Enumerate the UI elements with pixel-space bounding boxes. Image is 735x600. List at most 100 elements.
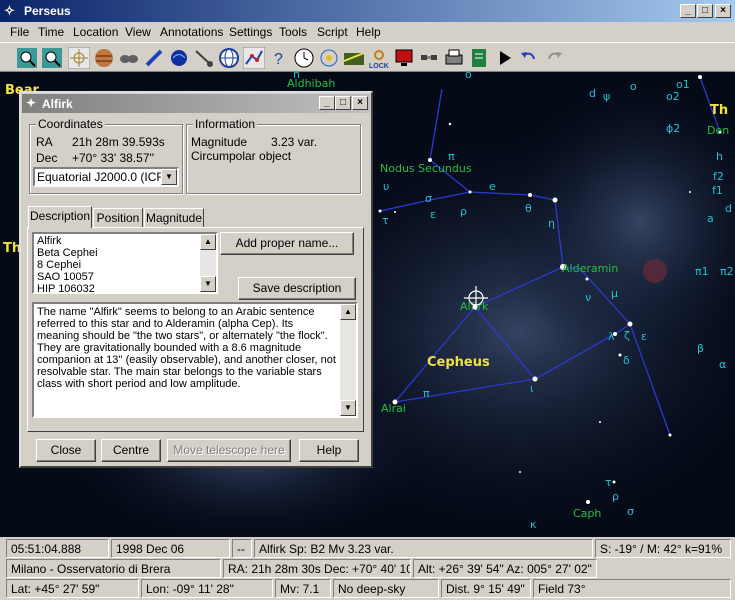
add-proper-name-button[interactable]: Add proper name... [220,232,354,255]
menu-location[interactable]: Location [73,25,118,39]
comet-icon[interactable] [193,47,215,69]
menu-tools[interactable]: Tools [279,25,307,39]
menu-script[interactable]: Script [317,25,348,39]
description-textarea[interactable]: The name "Alfirk" seems to belong to an … [32,302,358,418]
status-alt-az: Alt: +26° 39' 54" Az: 005° 27' 02" [413,559,597,578]
globe-icon[interactable] [218,47,240,69]
menu-view[interactable]: View [125,25,151,39]
status-lat: Lat: +45° 27' 59" [6,579,139,598]
status-time: 05:51:04.888 [6,539,109,558]
close-button[interactable]: Close [36,439,96,462]
names-list-items: Alfirk Beta Cephei 8 Cephei SAO 10057 HI… [37,235,98,292]
label-th-right: Th [710,103,728,118]
scroll-up-icon[interactable]: ▲ [340,304,356,320]
svg-text:ρ: ρ [460,205,467,218]
menu-annotations[interactable]: Annotations [160,25,223,39]
constellation-icon[interactable] [243,47,265,69]
description-text: The name "Alfirk" seems to belong to an … [37,306,336,390]
dialog-minimize-button[interactable]: _ [319,96,335,110]
binoculars-icon[interactable] [118,47,140,69]
label-alrai: Alrai [381,402,406,415]
svg-text:δ: δ [623,354,630,367]
planet-icon[interactable] [93,47,115,69]
move-telescope-button[interactable]: Move telescope here [167,439,291,462]
description-scrollbar[interactable]: ▲ ▼ [340,304,356,416]
svg-text:o2: o2 [666,90,680,103]
dialog-title-bar[interactable]: ✦ Alfirk _ □ × [22,94,370,113]
status-mv: Mv: 7.1 [275,579,331,598]
svg-text:ι: ι [530,382,534,395]
query-object-icon[interactable]: ? [268,47,290,69]
centre-button[interactable]: Centre [101,439,161,462]
list-item[interactable]: Alfirk [37,235,98,247]
help-button[interactable]: Help [299,439,359,462]
zoom-in-icon[interactable] [16,47,38,69]
lock-icon[interactable]: LOCK [368,47,390,69]
status-sun-moon: S: -19° / M: 42° k=91% [595,539,731,558]
scroll-down-icon[interactable]: ▼ [340,400,356,416]
redo-icon[interactable] [543,47,565,69]
svg-text:h: h [716,150,723,163]
list-item[interactable]: HIP 106032 [37,283,98,292]
scroll-up-icon[interactable]: ▲ [200,234,216,250]
menu-file[interactable]: File [10,25,29,39]
names-scrollbar[interactable]: ▲ ▼ [200,234,216,292]
orbit-icon[interactable] [318,47,340,69]
svg-text:η: η [548,217,555,230]
printer-icon[interactable] [443,47,465,69]
play-icon[interactable] [494,47,516,69]
clock-icon[interactable] [293,47,315,69]
telescope-icon[interactable] [143,47,165,69]
galaxy-icon[interactable] [168,47,190,69]
svg-text:o: o [465,72,472,81]
svg-text:μ: μ [611,287,618,300]
script-icon[interactable] [468,47,490,69]
svg-text:θ: θ [525,202,532,215]
scroll-down-icon[interactable]: ▼ [200,276,216,292]
information-group: Information Magnitude 3.23 var. Circumpo… [186,117,361,194]
svg-text:ρ: ρ [612,490,619,503]
app-icon: ✧ [4,3,15,18]
dialog-close-icon-button[interactable]: × [352,96,368,110]
object-info-dialog: ✦ Alfirk _ □ × Coordinates RA 21h 28m 39… [19,91,373,468]
svg-text:a: a [707,212,714,225]
horizon-icon[interactable] [343,47,365,69]
status-lon: Lon: -09° 11' 28" [141,579,273,598]
tab-magnitude[interactable]: Magnitude [144,208,204,228]
toolbar: ? LOCK [0,42,735,72]
svg-text:κ: κ [530,518,537,531]
svg-text:τ: τ [382,214,389,227]
window-title: Perseus [24,4,71,18]
tab-description[interactable]: Description [28,206,92,228]
menu-help[interactable]: Help [356,25,381,39]
svg-text:ν: ν [585,291,591,304]
svg-text:?: ? [274,51,283,68]
label-alderamin: Alderamin [562,262,618,275]
satellite-icon[interactable] [418,47,440,69]
tab-position[interactable]: Position [93,208,143,228]
maximize-button[interactable]: □ [697,4,713,18]
zoom-out-icon[interactable] [41,47,63,69]
list-item[interactable]: Beta Cephei [37,247,98,259]
monitor-icon[interactable] [393,47,415,69]
chevron-down-icon[interactable]: ▼ [161,169,177,185]
menu-settings[interactable]: Settings [229,25,272,39]
nebula-spot [643,259,667,283]
list-item[interactable]: SAO 10057 [37,271,98,283]
svg-text:e: e [489,180,496,193]
svg-text:λ: λ [608,330,615,343]
svg-text:LOCK: LOCK [369,63,389,69]
coordinates-group-label: Coordinates [36,117,105,131]
save-description-button[interactable]: Save description [238,277,356,300]
minimize-button[interactable]: _ [680,4,696,18]
circumpolar-text: Circumpolar object [191,149,292,163]
dialog-maximize-button[interactable]: □ [335,96,351,110]
menu-time[interactable]: Time [38,25,64,39]
undo-icon[interactable] [518,47,540,69]
coordinate-system-select[interactable]: Equatorial J2000.0 (ICRS) ▼ [33,167,179,187]
close-window-button[interactable]: × [715,4,731,18]
svg-text:α: α [719,358,726,371]
list-item[interactable]: 8 Cephei [37,259,98,271]
names-list[interactable]: Alfirk Beta Cephei 8 Cephei SAO 10057 HI… [32,232,218,294]
crosshair-icon[interactable] [68,47,90,69]
